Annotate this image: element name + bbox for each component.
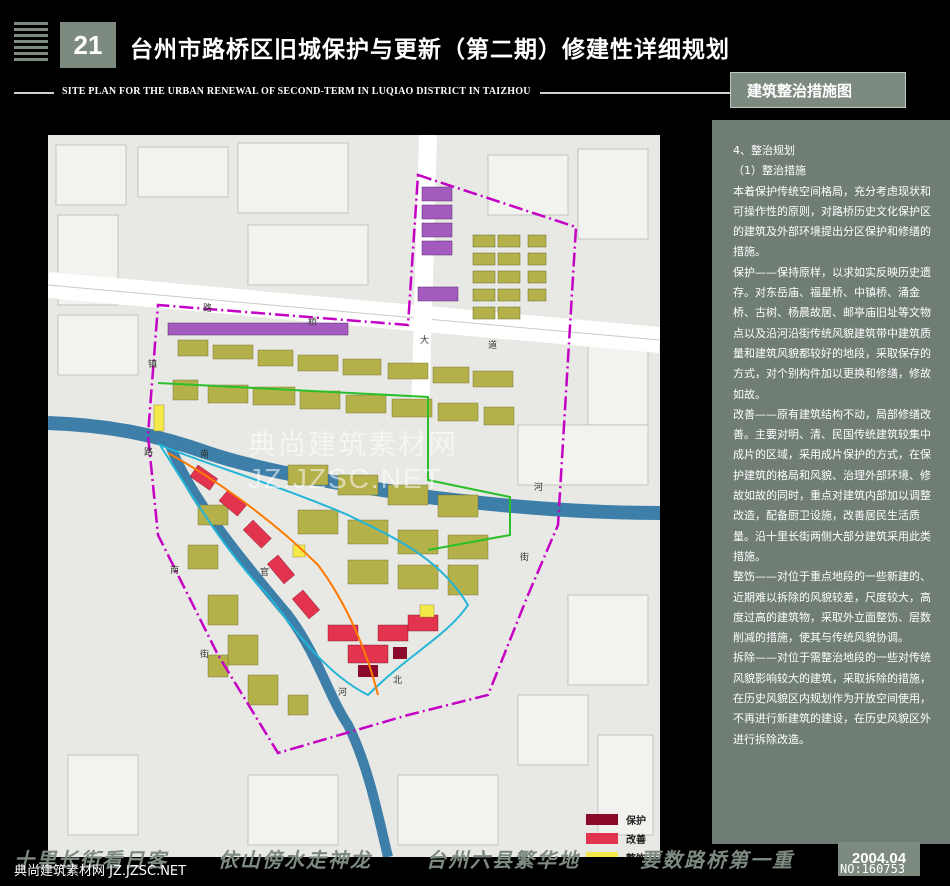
page-subtitle: SITE PLAN FOR THE URBAN RENEWAL OF SECON…: [62, 86, 531, 97]
header-divider-right: [540, 92, 730, 94]
legend-item: 保护: [586, 810, 646, 829]
street-label: 河: [534, 483, 544, 493]
street-label: 南: [170, 566, 180, 576]
legend-item: 改善: [586, 829, 646, 848]
street-label: 镇: [148, 360, 158, 370]
image-number: NO:160753: [840, 862, 906, 876]
map-legend: 保护 改善 整饬 保留 拆除: [586, 810, 646, 857]
legend-swatch-improve: [586, 833, 618, 844]
street-label: 路: [144, 448, 154, 458]
section-subheading: （1）整治措施: [733, 164, 806, 178]
street-label: 路: [203, 304, 213, 314]
street-label: 道: [488, 341, 498, 351]
street-label: 桥: [308, 318, 318, 328]
paragraph: 整饬——对位于重点地段的一些新建的、近期难以拆除的风貌较差，尺度较大，高度过高的…: [733, 570, 931, 645]
street-label: 街: [200, 650, 210, 660]
header-stripes-decoration: [14, 22, 48, 68]
footer-slogan: 台州六县繁华地: [426, 848, 580, 872]
page-title: 台州市路桥区旧城保护与更新（第二期）修建性详细规划: [130, 37, 730, 63]
legend-swatch-renovate: [586, 852, 618, 857]
street-label: 街: [520, 553, 530, 563]
drawing-tag: 建筑整治措施图: [730, 72, 906, 108]
site-plan-map: 典尚建筑素材网 JZ.JZSC.NET 路 桥 大 道 镇 南 河 街 路 南 …: [48, 135, 660, 857]
street-label: 大: [420, 336, 430, 346]
street-label: 河: [338, 688, 348, 698]
footer-slogan: 要数路桥第一重: [640, 848, 794, 872]
street-label: 北: [393, 676, 403, 686]
legend-item: 整饬: [586, 848, 646, 857]
sheet-number: 21: [60, 22, 116, 68]
paragraph: 保护——保持原样，以求如实反映历史遗存。对东岳庙、福星桥、中镇桥、涌金桥、古树、…: [733, 265, 931, 401]
paragraph: 改善——原有建筑结构不动，局部修缮改善。主要对明、清、民国传统建筑较集中成片的区…: [733, 407, 931, 563]
legend-swatch-protect: [586, 814, 618, 825]
map-watermark: 典尚建筑素材网 JZ.JZSC.NET: [248, 429, 459, 494]
section-heading: 4、整治规划: [733, 144, 795, 157]
site-watermark: 典尚建筑素材网 JZ.JZSC.NET: [14, 864, 187, 879]
footer-slogan: 依山傍水走神龙: [218, 848, 372, 872]
header-divider-left: [14, 92, 54, 94]
description-text: 4、整治规划 （1）整治措施 本着保护传统空间格局，充分考虑现状和可操作性的原则…: [733, 141, 941, 750]
street-label: 南: [200, 450, 210, 460]
paragraph: 本着保护传统空间格局，充分考虑现状和可操作性的原则，对路桥历史文化保护区的建筑及…: [733, 184, 931, 259]
street-label: 官: [260, 568, 270, 578]
site-plan-svg: [48, 135, 660, 857]
paragraph: 拆除——对位于需整治地段的一些对传统风貌影响较大的建筑，采取拆除的措施，在历史风…: [733, 651, 931, 746]
legend-label: 保护: [626, 816, 646, 827]
